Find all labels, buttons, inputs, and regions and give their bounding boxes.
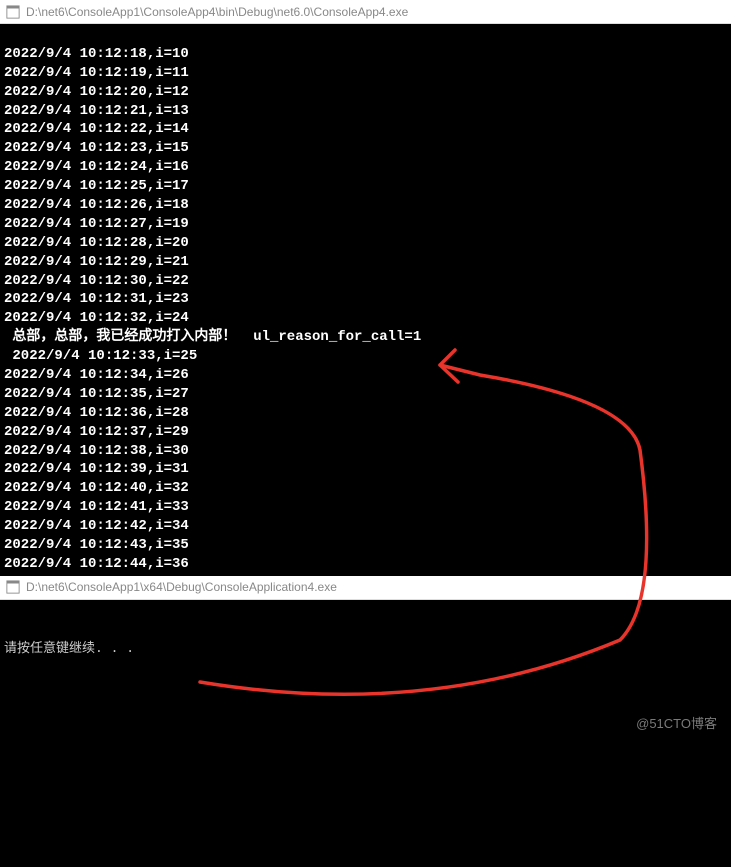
app-icon (6, 580, 20, 594)
console-line: 2022/9/4 10:12:36,i=28 (4, 404, 727, 423)
console-line: 2022/9/4 10:12:24,i=16 (4, 158, 727, 177)
app-icon (6, 5, 20, 19)
console-line: 2022/9/4 10:12:33,i=25 (4, 347, 727, 366)
console-output-2[interactable]: 请按任意键继续. . . (0, 600, 731, 867)
console-line: 2022/9/4 10:12:18,i=10 (4, 45, 727, 64)
console-line: 2022/9/4 10:12:31,i=23 (4, 290, 727, 309)
console-line: 2022/9/4 10:12:21,i=13 (4, 102, 727, 121)
console-line: 2022/9/4 10:12:20,i=12 (4, 83, 727, 102)
console-line: 2022/9/4 10:12:26,i=18 (4, 196, 727, 215)
console-line: 2022/9/4 10:12:39,i=31 (4, 460, 727, 479)
console-line: 2022/9/4 10:12:28,i=20 (4, 234, 727, 253)
console-line: 2022/9/4 10:12:30,i=22 (4, 272, 727, 291)
console-line: 2022/9/4 10:12:42,i=34 (4, 517, 727, 536)
console-line: 2022/9/4 10:12:38,i=30 (4, 442, 727, 461)
console-window-2: D:\net6\ConsoleApp1\x64\Debug\ConsoleApp… (0, 576, 731, 867)
titlebar-2[interactable]: D:\net6\ConsoleApp1\x64\Debug\ConsoleApp… (0, 576, 731, 600)
console-line: 2022/9/4 10:12:41,i=33 (4, 498, 727, 517)
console-line: 2022/9/4 10:12:32,i=24 (4, 309, 727, 328)
console-line (4, 26, 727, 45)
titlebar-1[interactable]: D:\net6\ConsoleApp1\ConsoleApp4\bin\Debu… (0, 0, 731, 24)
console-output-1[interactable]: 2022/9/4 10:12:18,i=102022/9/4 10:12:19,… (0, 24, 731, 576)
console-window-1: D:\net6\ConsoleApp1\ConsoleApp4\bin\Debu… (0, 0, 731, 576)
console-line: 2022/9/4 10:12:29,i=21 (4, 253, 727, 272)
window-title-2: D:\net6\ConsoleApp1\x64\Debug\ConsoleApp… (26, 580, 337, 594)
console-line: 2022/9/4 10:12:27,i=19 (4, 215, 727, 234)
console-line: 2022/9/4 10:12:40,i=32 (4, 479, 727, 498)
console-line: 2022/9/4 10:12:22,i=14 (4, 120, 727, 139)
press-any-key-prompt: 请按任意键继续. . . (4, 640, 727, 658)
watermark: @51CTO博客 (636, 713, 717, 732)
console-line: 2022/9/4 10:12:44,i=36 (4, 555, 727, 574)
console-line: 2022/9/4 10:12:34,i=26 (4, 366, 727, 385)
console-line: 2022/9/4 10:12:25,i=17 (4, 177, 727, 196)
window-title-1: D:\net6\ConsoleApp1\ConsoleApp4\bin\Debu… (26, 5, 408, 19)
console-line: 2022/9/4 10:12:19,i=11 (4, 64, 727, 83)
console-line: 总部，总部，我已经成功打入内部！ ul_reason_for_call=1 (4, 328, 727, 347)
console-line: 2022/9/4 10:12:23,i=15 (4, 139, 727, 158)
console-line: 2022/9/4 10:12:43,i=35 (4, 536, 727, 555)
console-line: 2022/9/4 10:12:37,i=29 (4, 423, 727, 442)
console-line: 2022/9/4 10:12:35,i=27 (4, 385, 727, 404)
